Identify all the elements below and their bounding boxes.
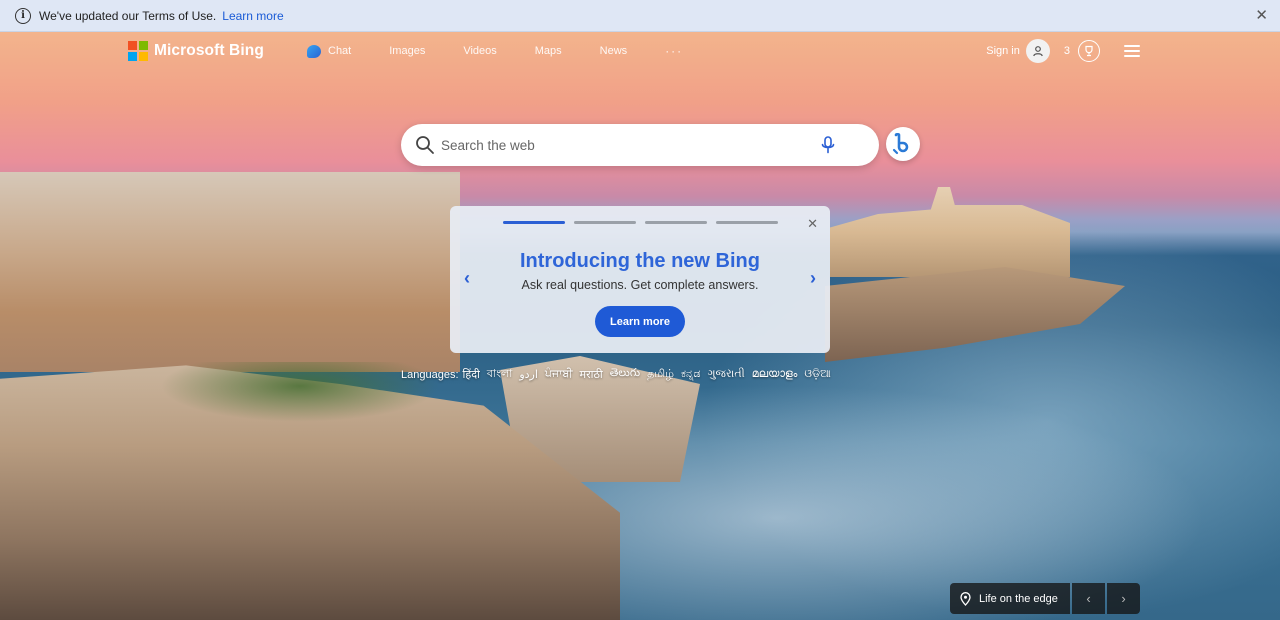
language-link[interactable]: ગુજરાતી bbox=[708, 368, 745, 381]
close-icon[interactable]: ✕ bbox=[807, 216, 818, 232]
promo-subtitle: Ask real questions. Get complete answers… bbox=[521, 278, 759, 292]
avatar-icon[interactable] bbox=[1025, 39, 1050, 63]
languages-label: Languages: bbox=[401, 368, 459, 381]
logo-square-green bbox=[139, 41, 148, 50]
terms-notice-bar: i We've updated our Terms of Use. Learn … bbox=[0, 0, 1280, 32]
logo-square-yellow bbox=[139, 52, 148, 61]
nav-images[interactable]: Images bbox=[389, 45, 425, 57]
slide-indicators bbox=[503, 221, 787, 224]
nav-videos[interactable]: Videos bbox=[463, 45, 496, 57]
cathedral-town bbox=[830, 187, 1070, 277]
bing-logo[interactable]: Microsoft Bing bbox=[128, 41, 264, 61]
hamburger-menu-icon[interactable] bbox=[1124, 45, 1140, 57]
image-location-button[interactable]: Life on the edge bbox=[950, 583, 1070, 614]
nav-label: Videos bbox=[463, 45, 497, 57]
logo-square-red bbox=[128, 41, 137, 50]
close-icon[interactable]: ✕ bbox=[1255, 8, 1268, 23]
languages-bar: Languages: हिंदी বাংলা اردو ਪੰਜਾਬੀ मराठी… bbox=[401, 365, 838, 384]
info-icon: i bbox=[15, 7, 31, 24]
slide-indicator[interactable] bbox=[503, 221, 565, 224]
language-link[interactable]: اردو bbox=[519, 368, 538, 381]
location-pin-icon bbox=[960, 591, 971, 606]
chevron-right-icon: › bbox=[1121, 591, 1126, 606]
language-link[interactable]: বাংলা bbox=[487, 365, 512, 384]
search-icon[interactable] bbox=[415, 135, 435, 155]
menu-line bbox=[1124, 45, 1140, 47]
nav-more[interactable]: ··· bbox=[665, 44, 683, 58]
chat-icon bbox=[307, 44, 321, 58]
nav-label: Maps bbox=[534, 45, 562, 57]
language-link[interactable]: हिंदी bbox=[463, 367, 480, 382]
language-link[interactable]: తెలుగు bbox=[610, 367, 640, 382]
microsoft-logo-icon bbox=[128, 41, 148, 61]
rewards-trophy-icon[interactable] bbox=[1078, 40, 1100, 62]
next-image-button[interactable]: › bbox=[1107, 583, 1140, 614]
top-header: Microsoft Bing Chat Images Videos Maps N… bbox=[0, 32, 1280, 72]
nav-news[interactable]: News bbox=[600, 45, 628, 57]
cliff-vegetation bbox=[160, 362, 440, 422]
image-location-label: Life on the edge bbox=[979, 592, 1058, 605]
hillside-town bbox=[0, 172, 460, 372]
brand-name: Microsoft Bing bbox=[154, 42, 264, 59]
bing-chat-icon bbox=[892, 133, 909, 155]
language-link[interactable]: ଓଡ଼ିଆ bbox=[804, 368, 830, 381]
more-icon: ··· bbox=[665, 44, 684, 58]
slide-indicator[interactable] bbox=[716, 221, 778, 224]
promo-title: Introducing the new Bing bbox=[520, 250, 760, 272]
microphone-icon[interactable] bbox=[818, 135, 838, 155]
nav-label: Chat bbox=[328, 45, 352, 57]
learn-more-button[interactable]: Learn more bbox=[595, 306, 685, 337]
language-link[interactable]: ਪੰਜਾਬੀ bbox=[545, 368, 573, 381]
account-area: Sign in 3 bbox=[986, 39, 1140, 63]
sign-in-link[interactable]: Sign in bbox=[986, 45, 1020, 57]
language-link[interactable]: मराठी bbox=[580, 367, 603, 382]
bing-chat-button[interactable] bbox=[886, 127, 920, 161]
nav-chat[interactable]: Chat bbox=[307, 44, 352, 58]
search-box bbox=[401, 124, 879, 166]
language-link[interactable]: ಕನ್ನಡ bbox=[681, 368, 701, 381]
new-bing-promo-card: ✕ ‹ › Introducing the new Bing Ask real … bbox=[450, 206, 830, 353]
search-input[interactable] bbox=[441, 137, 801, 153]
nav-maps[interactable]: Maps bbox=[535, 45, 562, 57]
language-link[interactable]: தமிழ் bbox=[647, 368, 674, 382]
menu-line bbox=[1124, 50, 1140, 52]
notice-message: We've updated our Terms of Use. bbox=[39, 8, 217, 23]
nav-label: Images bbox=[389, 45, 426, 57]
logo-square-blue bbox=[128, 52, 137, 61]
previous-image-button[interactable]: ‹ bbox=[1072, 583, 1105, 614]
slide-indicator[interactable] bbox=[574, 221, 636, 224]
top-nav: Chat Images Videos Maps News ··· bbox=[307, 44, 721, 58]
slide-indicator[interactable] bbox=[645, 221, 707, 224]
chevron-left-icon: ‹ bbox=[1086, 591, 1091, 606]
notice-learn-more-link[interactable]: Learn more bbox=[222, 9, 283, 23]
nav-label: News bbox=[599, 45, 628, 57]
language-link[interactable]: മലയാളം bbox=[752, 368, 798, 381]
rewards-count: 3 bbox=[1063, 45, 1070, 57]
menu-line bbox=[1124, 55, 1140, 57]
image-info-bar: Life on the edge ‹ › bbox=[950, 583, 1140, 614]
